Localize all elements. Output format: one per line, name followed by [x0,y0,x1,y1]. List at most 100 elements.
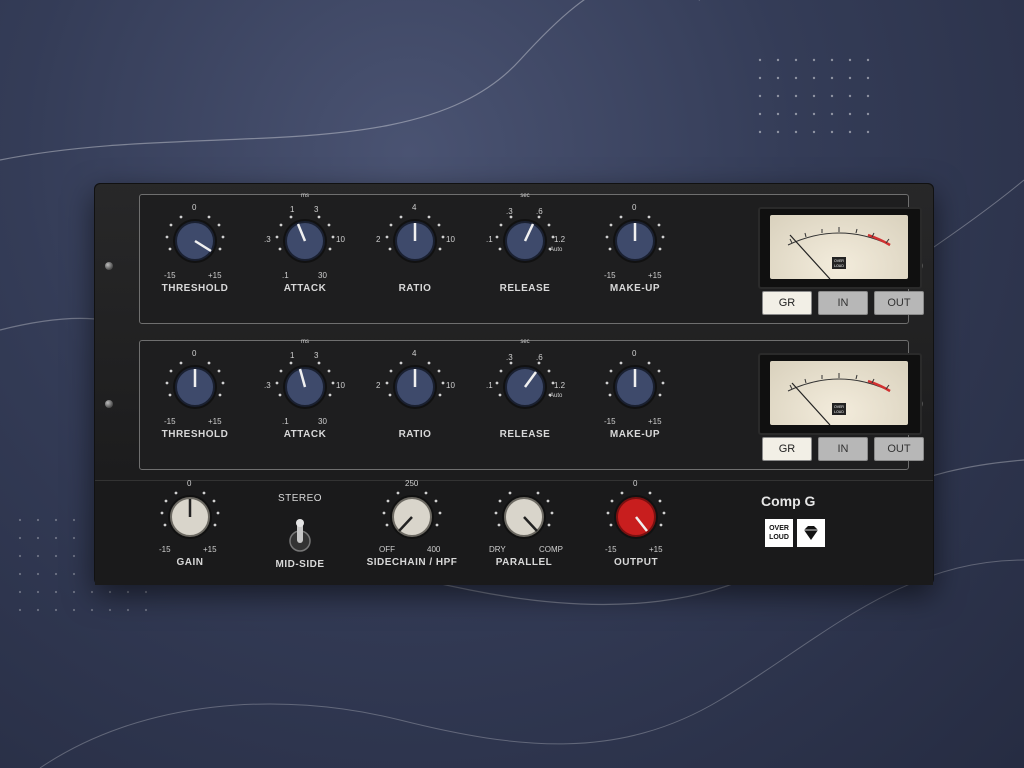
vu-meter-face: OVER LOUD [770,361,908,425]
threshold-max: +15 [208,271,222,280]
sidechain-control[interactable]: 250 OFF 400 SIDECHAIN / HPF [357,477,467,593]
threshold-top: 0 [192,203,197,212]
ratio-knob[interactable] [360,201,470,317]
vu-meter-scale: OVER LOUD [787,373,891,425]
threshold-knob[interactable] [140,347,250,463]
rack-screw [105,262,113,270]
threshold-knob[interactable] [140,201,250,317]
attack-mark: .1 [282,271,289,280]
attack-mark: 1 [290,205,295,214]
parallel-control[interactable]: DRY COMP PARALLEL [469,477,579,593]
output-knob[interactable] [581,477,691,593]
release-mark: .6 [536,353,543,362]
vu-meter: OVER LOUD [758,207,922,289]
release-mark: .6 [536,207,543,216]
release-mark: Auto [550,393,563,399]
threshold-min: -15 [164,271,176,280]
makeup-control[interactable]: 0 -15 +15 MAKE-UP [580,201,690,317]
release-label: RELEASE [499,283,551,294]
ratio-mark: 10 [446,235,455,244]
vu-meter-scale: OVER LOUD [787,227,891,279]
gain-max: +15 [203,545,217,554]
meter-gr-button[interactable]: GR [762,437,812,461]
ratio-mark: 2 [376,381,381,390]
release-label: RELEASE [499,429,551,440]
attack-mark: 3 [314,205,319,214]
release-unit: sec [520,193,530,199]
threshold-control[interactable]: 0 -15 +15 THRESHOLD [140,347,250,463]
diamond-icon [797,519,825,547]
makeup-label: MAKE-UP [609,283,661,294]
attack-mark: .3 [264,381,271,390]
makeup-control[interactable]: 0 -15 +15 MAKE-UP [580,347,690,463]
release-control[interactable]: sec .3 .6 .1 1.2 Auto RELEASE [470,339,580,463]
attack-mark: 10 [336,235,345,244]
makeup-label: MAKE-UP [609,429,661,440]
threshold-label: THRESHOLD [161,429,229,440]
output-control[interactable]: 0 -15 +15 OUTPUT [581,477,691,593]
parallel-label: PARALLEL [495,557,553,568]
release-knob[interactable] [470,347,580,463]
gain-control[interactable]: 0 -15 +15 GAIN [135,477,245,593]
meter-gr-button[interactable]: GR [762,291,812,315]
threshold-control[interactable]: 0 -15 +15 THRESHOLD [140,201,250,317]
attack-label: ATTACK [283,283,327,294]
makeup-max: +15 [648,417,662,426]
mid-side-label: MID-SIDE [275,559,325,570]
makeup-knob[interactable] [580,347,690,463]
threshold-max: +15 [208,417,222,426]
meter-in-button[interactable]: IN [818,437,868,461]
meter-brand: OVER [834,259,844,263]
release-control[interactable]: sec .3 .6 .1 1.2 Auto RELEASE [470,193,580,317]
sidechain-knob[interactable] [357,477,467,593]
svg-text:LOUD: LOUD [834,264,844,268]
attack-control[interactable]: ms 1 3 .3 10 .1 30 ATTACK [250,193,360,317]
attack-knob[interactable] [250,347,360,463]
stereo-label: STEREO [277,493,323,504]
attack-mark: 10 [336,381,345,390]
attack-mark: 1 [290,351,295,360]
release-mark: .3 [506,207,513,216]
sidechain-top: 250 [405,479,419,488]
attack-mark: .3 [264,235,271,244]
sidechain-min: OFF [379,545,395,554]
meter-in-button[interactable]: IN [818,291,868,315]
attack-control[interactable]: ms 1 3 .3 10 .1 30 ATTACK [250,339,360,463]
vu-meter: OVER LOUD [758,353,922,435]
ratio-mark: 10 [446,381,455,390]
release-mark: .1 [486,235,493,244]
rack-screw [105,400,113,408]
release-mark: .1 [486,381,493,390]
release-unit: sec [520,339,530,345]
ratio-control[interactable]: 4 2 10 RATIO [360,201,470,317]
release-knob[interactable] [470,201,580,317]
release-mark: 1.2 [554,235,566,244]
gain-knob[interactable] [135,477,245,593]
meter-out-button[interactable]: OUT [874,437,924,461]
makeup-top: 0 [632,349,637,358]
channel-2: 0 -15 +15 THRESHOLD ms 1 3 .3 10 .1 30 A… [139,339,924,470]
meter-out-button[interactable]: OUT [874,291,924,315]
brand-line-1: OVER [769,525,789,532]
toggle-switch[interactable] [255,511,345,561]
ratio-control[interactable]: 4 2 10 RATIO [360,347,470,463]
stereo-mode-toggle[interactable]: STEREO MID-SIDE [255,489,345,579]
attack-unit: ms [301,193,309,199]
output-label: OUTPUT [613,557,659,568]
compressor-plugin: 0 -15 +15 THRESHOLD ms 1 3 .3 10 .1 30 A… [94,183,934,585]
gain-min: -15 [159,545,171,554]
parallel-min: DRY [489,545,506,554]
ratio-label: RATIO [398,429,432,440]
ratio-mark: 4 [412,349,417,358]
attack-knob[interactable] [250,201,360,317]
attack-mark: 3 [314,351,319,360]
threshold-min: -15 [164,417,176,426]
output-min: -15 [605,545,617,554]
parallel-knob[interactable] [469,477,579,593]
release-mark: 1.2 [554,381,566,390]
vu-meter-face: OVER LOUD [770,215,908,279]
plugin-name: Comp G [761,493,816,509]
makeup-knob[interactable] [580,201,690,317]
brand-line-2: LOUD [769,534,789,541]
ratio-knob[interactable] [360,347,470,463]
